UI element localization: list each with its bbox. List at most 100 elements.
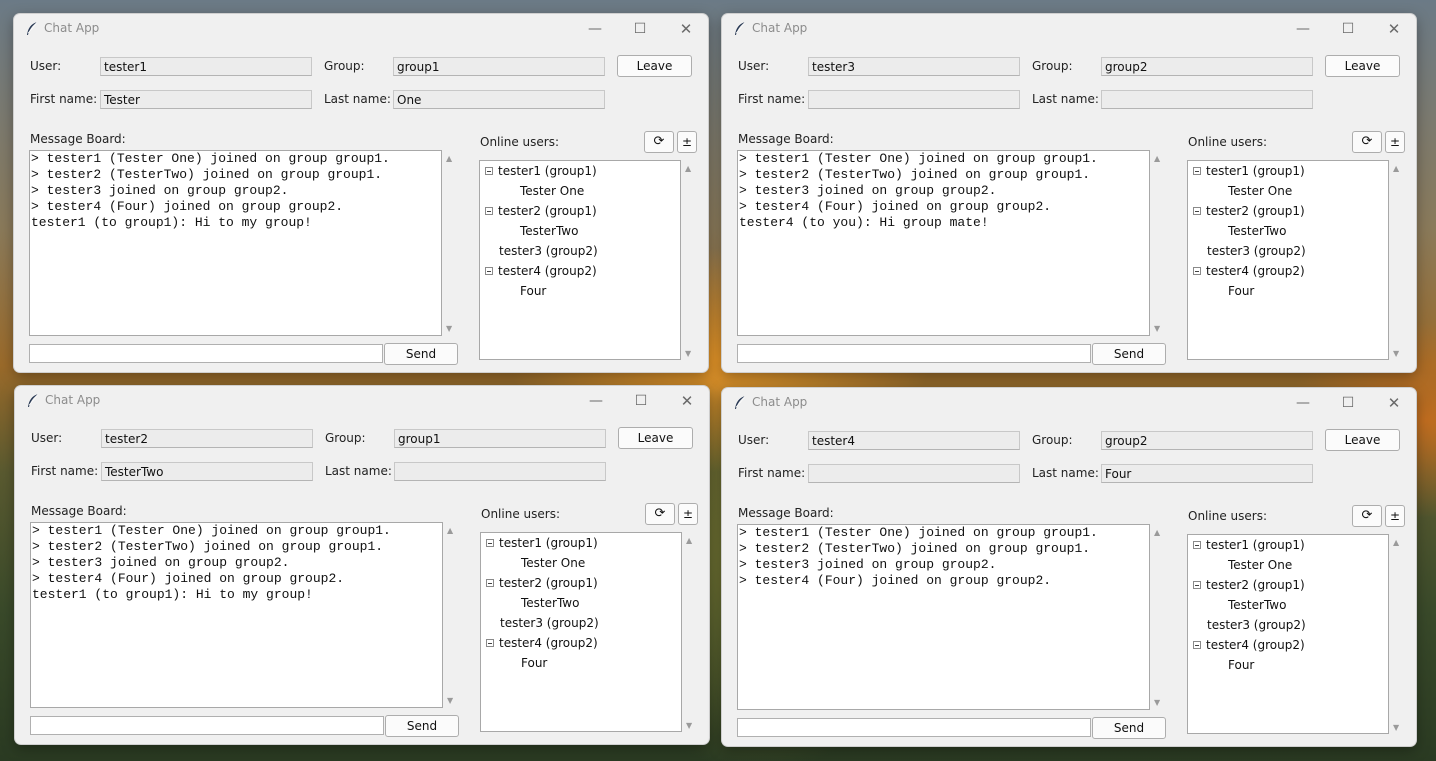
tree-fullname-node[interactable]: TesterTwo xyxy=(1228,221,1286,241)
tree-user-node[interactable]: tester4 (group2) xyxy=(1193,261,1305,281)
collapse-icon[interactable] xyxy=(486,538,494,547)
user-field[interactable]: tester4 xyxy=(808,431,1020,450)
tree-user-node[interactable]: tester4 (group2) xyxy=(1193,635,1305,655)
board-scroll-down-icon[interactable]: ▼ xyxy=(446,324,452,333)
message-input[interactable] xyxy=(29,344,383,363)
tree-fullname-node[interactable]: Tester One xyxy=(1228,555,1292,575)
collapse-icon[interactable] xyxy=(1193,206,1201,215)
send-button[interactable]: Send xyxy=(1092,343,1166,365)
tree-fullname-node[interactable]: Tester One xyxy=(520,181,584,201)
tree-user-node[interactable]: tester3 (group2) xyxy=(1207,241,1306,261)
tree-fullname-node[interactable]: Four xyxy=(520,281,546,301)
minimize-icon[interactable]: — xyxy=(1292,392,1314,414)
users-scroll-up-icon[interactable]: ▲ xyxy=(686,536,692,545)
online-users-tree[interactable]: tester1 (group1) Tester One tester2 (group… xyxy=(1187,534,1389,734)
online-users-tree[interactable]: tester1 (group1) Tester One tester2 (group… xyxy=(479,160,681,360)
collapse-icon[interactable] xyxy=(486,638,494,647)
first-name-field[interactable] xyxy=(808,464,1020,483)
collapse-icon[interactable] xyxy=(485,206,493,215)
tree-user-node[interactable]: tester3 (group2) xyxy=(499,241,598,261)
last-name-field[interactable] xyxy=(394,462,606,481)
tree-fullname-node[interactable]: Tester One xyxy=(1228,181,1292,201)
group-field[interactable]: group1 xyxy=(393,57,605,76)
users-scroll-up-icon[interactable]: ▲ xyxy=(1393,538,1399,547)
board-scroll-up-icon[interactable]: ▲ xyxy=(1154,154,1160,163)
collapse-icon[interactable] xyxy=(1193,540,1201,549)
first-name-field[interactable] xyxy=(808,90,1020,109)
send-button[interactable]: Send xyxy=(1092,717,1166,739)
tree-fullname-node[interactable]: Four xyxy=(521,653,547,673)
tree-fullname-node[interactable]: Tester One xyxy=(521,553,585,573)
users-scroll-down-icon[interactable]: ▼ xyxy=(1393,723,1399,732)
title-bar[interactable]: Chat App — ☐ ✕ xyxy=(722,388,1416,418)
board-scroll-up-icon[interactable]: ▲ xyxy=(446,154,452,163)
user-field[interactable]: tester1 xyxy=(100,57,312,76)
refresh-button[interactable]: ⟳ xyxy=(1352,131,1382,153)
title-bar[interactable]: Chat App — ☐ ✕ xyxy=(722,14,1416,44)
expand-collapse-button[interactable]: ± xyxy=(1385,505,1405,527)
expand-collapse-button[interactable]: ± xyxy=(1385,131,1405,153)
tree-user-node[interactable]: tester2 (group1) xyxy=(1193,575,1305,595)
maximize-icon[interactable]: ☐ xyxy=(1337,18,1359,40)
message-board[interactable]: > tester1 (Tester One) joined on group g… xyxy=(737,150,1150,336)
board-scroll-down-icon[interactable]: ▼ xyxy=(1154,698,1160,707)
tree-user-node[interactable]: tester1 (group1) xyxy=(485,161,597,181)
maximize-icon[interactable]: ☐ xyxy=(629,18,651,40)
tree-fullname-node[interactable]: TesterTwo xyxy=(520,221,578,241)
collapse-icon[interactable] xyxy=(1193,640,1201,649)
tree-user-node[interactable]: tester1 (group1) xyxy=(1193,161,1305,181)
minimize-icon[interactable]: — xyxy=(1292,18,1314,40)
last-name-field[interactable]: One xyxy=(393,90,605,109)
message-board[interactable]: > tester1 (Tester One) joined on group g… xyxy=(737,524,1150,710)
collapse-icon[interactable] xyxy=(1193,580,1201,589)
board-scroll-up-icon[interactable]: ▲ xyxy=(447,526,453,535)
close-icon[interactable]: ✕ xyxy=(675,18,697,40)
leave-button[interactable]: Leave xyxy=(1325,429,1400,451)
board-scroll-down-icon[interactable]: ▼ xyxy=(1154,324,1160,333)
maximize-icon[interactable]: ☐ xyxy=(1337,392,1359,414)
tree-user-node[interactable]: tester3 (group2) xyxy=(1207,615,1306,635)
group-field[interactable]: group2 xyxy=(1101,431,1313,450)
message-board[interactable]: > tester1 (Tester One) joined on group g… xyxy=(30,522,443,708)
close-icon[interactable]: ✕ xyxy=(676,390,698,412)
last-name-field[interactable]: Four xyxy=(1101,464,1313,483)
minimize-icon[interactable]: — xyxy=(584,18,606,40)
maximize-icon[interactable]: ☐ xyxy=(630,390,652,412)
online-users-tree[interactable]: tester1 (group1) Tester One tester2 (group… xyxy=(1187,160,1389,360)
first-name-field[interactable]: Tester xyxy=(100,90,312,109)
message-board[interactable]: > tester1 (Tester One) joined on group g… xyxy=(29,150,442,336)
expand-collapse-button[interactable]: ± xyxy=(678,503,698,525)
title-bar[interactable]: Chat App — ☐ ✕ xyxy=(15,386,709,416)
user-field[interactable]: tester3 xyxy=(808,57,1020,76)
expand-collapse-button[interactable]: ± xyxy=(677,131,697,153)
users-scroll-down-icon[interactable]: ▼ xyxy=(686,721,692,730)
refresh-button[interactable]: ⟳ xyxy=(645,503,675,525)
collapse-icon[interactable] xyxy=(486,578,494,587)
tree-user-node[interactable]: tester3 (group2) xyxy=(500,613,599,633)
user-field[interactable]: tester2 xyxy=(101,429,313,448)
board-scroll-up-icon[interactable]: ▲ xyxy=(1154,528,1160,537)
minimize-icon[interactable]: — xyxy=(585,390,607,412)
tree-user-node[interactable]: tester2 (group1) xyxy=(1193,201,1305,221)
collapse-icon[interactable] xyxy=(1193,166,1201,175)
tree-fullname-node[interactable]: Four xyxy=(1228,655,1254,675)
group-field[interactable]: group1 xyxy=(394,429,606,448)
send-button[interactable]: Send xyxy=(385,715,459,737)
message-input[interactable] xyxy=(30,716,384,735)
collapse-icon[interactable] xyxy=(1193,266,1201,275)
tree-fullname-node[interactable]: TesterTwo xyxy=(1228,595,1286,615)
users-scroll-down-icon[interactable]: ▼ xyxy=(685,349,691,358)
first-name-field[interactable]: TesterTwo xyxy=(101,462,313,481)
group-field[interactable]: group2 xyxy=(1101,57,1313,76)
users-scroll-up-icon[interactable]: ▲ xyxy=(685,164,691,173)
close-icon[interactable]: ✕ xyxy=(1383,18,1405,40)
board-scroll-down-icon[interactable]: ▼ xyxy=(447,696,453,705)
tree-fullname-node[interactable]: TesterTwo xyxy=(521,593,579,613)
last-name-field[interactable] xyxy=(1101,90,1313,109)
message-input[interactable] xyxy=(737,344,1091,363)
refresh-button[interactable]: ⟳ xyxy=(644,131,674,153)
title-bar[interactable]: Chat App — ☐ ✕ xyxy=(14,14,708,44)
collapse-icon[interactable] xyxy=(485,266,493,275)
tree-user-node[interactable]: tester4 (group2) xyxy=(486,633,598,653)
leave-button[interactable]: Leave xyxy=(617,55,692,77)
